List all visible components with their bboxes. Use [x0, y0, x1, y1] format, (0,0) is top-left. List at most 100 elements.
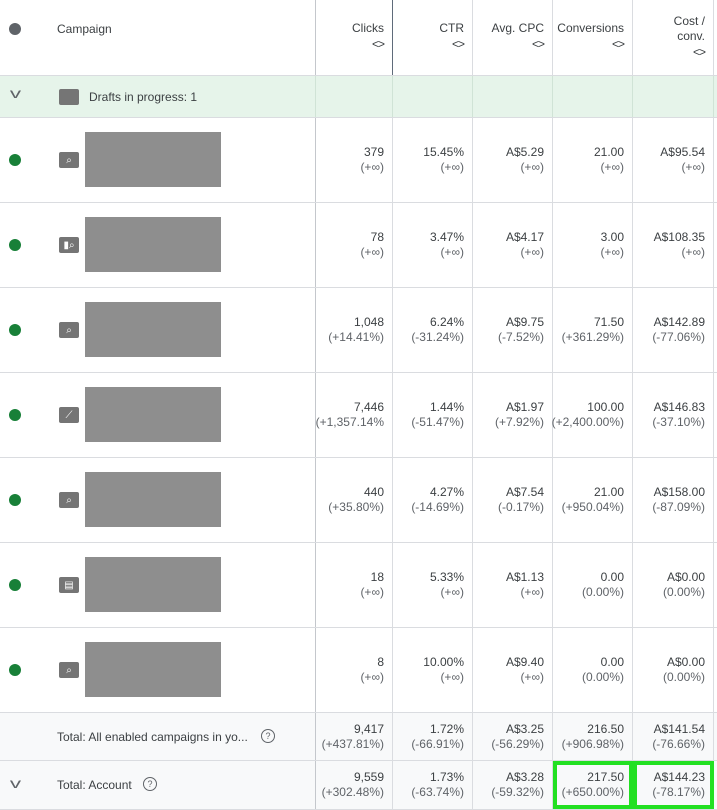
- sort-icon[interactable]: <>: [612, 37, 625, 52]
- cell-value: 3.00: [600, 230, 624, 244]
- search-campaign-icon: ⌕: [59, 152, 79, 168]
- cell-value: A$1.13: [505, 570, 544, 584]
- cell-value: A$108.35: [653, 230, 705, 244]
- cell-value: A$1.97: [505, 400, 544, 414]
- column-header-cost-per-conv[interactable]: Cost / conv. <>: [633, 0, 714, 75]
- campaign-cell[interactable]: ⟋: [0, 373, 316, 457]
- cell-value: (+∞): [360, 670, 384, 684]
- cell-value: 71.50: [593, 315, 624, 329]
- cell-value: (0.00%): [581, 670, 624, 684]
- redacted-campaign-name: [85, 472, 221, 527]
- cell-value: (-59.32%): [491, 785, 544, 799]
- ctr-cell: 5.33% (+∞): [393, 543, 473, 627]
- enabled-status-icon[interactable]: [9, 409, 21, 421]
- column-header-ctr[interactable]: CTR <>: [393, 0, 473, 75]
- search-campaign-icon: ⌕: [59, 662, 79, 678]
- cell-value: (+906.98%): [561, 736, 624, 751]
- cell-value: 7,446: [353, 400, 384, 414]
- campaign-cell[interactable]: ▤: [0, 543, 316, 627]
- redacted-campaign-name: [85, 302, 221, 357]
- enabled-status-icon[interactable]: [9, 664, 21, 676]
- cell-value: (-0.17%): [497, 500, 544, 514]
- cell-value: (0.00%): [662, 585, 705, 599]
- clicks-cell: 9,559 (+302.48%): [316, 761, 393, 809]
- cell-value: 15.45%: [423, 145, 464, 159]
- table-row[interactable]: ▮⌕ 78 (+∞) 3.47% (+∞) A$4.17 (+∞) 3.00 (+∞) A$10…: [0, 203, 717, 288]
- cell-value: A$95.54: [660, 145, 705, 159]
- table-row[interactable]: ⌕ 1,048 (+14.41%) 6.24% (-31.24%) A$9.75 (-7.…: [0, 288, 717, 373]
- conv-cell: 0.00 (0.00%): [553, 628, 633, 712]
- help-icon[interactable]: ?: [143, 777, 157, 791]
- cell-value: (+∞): [520, 670, 544, 684]
- table-row[interactable]: ⌕ 379 (+∞) 15.45% (+∞) A$5.29 (+∞) 21.00 (+∞) A$…: [0, 118, 717, 203]
- cell-value: (+∞): [681, 160, 705, 174]
- cell-value: 9,417: [353, 721, 384, 736]
- cost-cell: A$142.89 (-77.06%): [633, 288, 714, 372]
- empty: [393, 76, 473, 117]
- clicks-cell: 18 (+∞): [316, 543, 393, 627]
- enabled-status-icon[interactable]: [9, 494, 21, 506]
- cell-value: (+∞): [520, 160, 544, 174]
- table-row[interactable]: ⌕ 440 (+35.80%) 4.27% (-14.69%) A$7.54 (-0.17…: [0, 458, 717, 543]
- table-row[interactable]: ▤ 18 (+∞) 5.33% (+∞) A$1.13 (+∞) 0.00 (0.00%) A$…: [0, 543, 717, 628]
- cell-value: (+35.80%): [328, 500, 384, 514]
- cell-value: (-63.74%): [411, 785, 464, 799]
- cell-value: 379: [363, 145, 384, 159]
- cell-value: (+361.29%): [561, 330, 624, 344]
- sort-icon[interactable]: <>: [372, 37, 385, 52]
- cell-value: A$158.00: [653, 485, 705, 499]
- drafts-row[interactable]: v Drafts in progress: 1: [0, 76, 717, 118]
- cell-value: 1,048: [353, 315, 384, 329]
- sort-icon[interactable]: <>: [532, 37, 545, 52]
- cpc-cell: A$7.54 (-0.17%): [473, 458, 553, 542]
- cell-value: (+7.92%): [494, 415, 544, 429]
- cell-value: (-37.10%): [652, 415, 705, 429]
- cell-value: (+950.04%): [561, 500, 624, 514]
- enabled-status-icon[interactable]: [9, 324, 21, 336]
- campaign-cell[interactable]: ▮⌕: [0, 203, 316, 287]
- cost-cell: A$158.00 (-87.09%): [633, 458, 714, 542]
- cell-value: 9,559: [353, 770, 384, 784]
- sort-icon[interactable]: <>: [452, 37, 465, 52]
- sort-icon[interactable]: <>: [693, 45, 706, 60]
- table-row[interactable]: ⌕ 8 (+∞) 10.00% (+∞) A$9.40 (+∞) 0.00 (0.00%) A$…: [0, 628, 717, 713]
- enabled-status-icon[interactable]: [9, 239, 21, 251]
- campaign-cell[interactable]: ⌕: [0, 118, 316, 202]
- display-campaign-icon: ▤: [59, 577, 79, 593]
- redacted-campaign-name: [85, 132, 221, 187]
- cell-value: 4.27%: [429, 485, 464, 499]
- chevron-down-icon[interactable]: v: [10, 776, 21, 791]
- campaign-header-label: Campaign: [57, 22, 112, 36]
- cell-value: (+∞): [440, 245, 464, 259]
- help-icon[interactable]: ?: [261, 729, 275, 743]
- campaign-cell[interactable]: ⌕: [0, 458, 316, 542]
- campaign-cell[interactable]: ⌕: [0, 288, 316, 372]
- clicks-cell: 78 (+∞): [316, 203, 393, 287]
- cell-value: 18: [370, 570, 384, 584]
- chevron-down-icon[interactable]: v: [10, 86, 21, 101]
- cell-value: (+1,357.14%: [315, 415, 384, 429]
- conv-cell: 21.00 (+∞): [553, 118, 633, 202]
- redacted-campaign-name: [85, 217, 221, 272]
- column-header-conversions[interactable]: Conversions <>: [553, 0, 633, 75]
- column-header-clicks[interactable]: Clicks <>: [316, 0, 393, 75]
- campaign-header[interactable]: Campaign: [0, 0, 316, 75]
- cost-cell-highlighted: A$144.23 (-78.17%): [633, 761, 714, 809]
- enabled-status-icon[interactable]: [9, 579, 21, 591]
- enabled-status-icon[interactable]: [9, 154, 21, 166]
- conv-cell: 216.50 (+906.98%): [553, 713, 633, 760]
- cell-value: 1.72%: [429, 721, 464, 736]
- folder-icon: [59, 89, 79, 105]
- cell-value: (+∞): [360, 160, 384, 174]
- column-header-avg-cpc[interactable]: Avg. CPC <>: [473, 0, 553, 75]
- redacted-campaign-name: [85, 557, 221, 612]
- table-row[interactable]: ⟋ 7,446 (+1,357.14% 1.44% (-51.47%) A$1.97 (+…: [0, 373, 717, 458]
- cell-value: (+∞): [681, 245, 705, 259]
- total-enabled-label: Total: All enabled campaigns in yo...: [57, 730, 248, 744]
- clicks-cell: 1,048 (+14.41%): [316, 288, 393, 372]
- conv-cell: 21.00 (+950.04%): [553, 458, 633, 542]
- cell-value: (+∞): [520, 585, 544, 599]
- campaign-cell[interactable]: ⌕: [0, 628, 316, 712]
- status-dot-icon[interactable]: [9, 23, 21, 35]
- cell-value: (+302.48%): [321, 785, 384, 799]
